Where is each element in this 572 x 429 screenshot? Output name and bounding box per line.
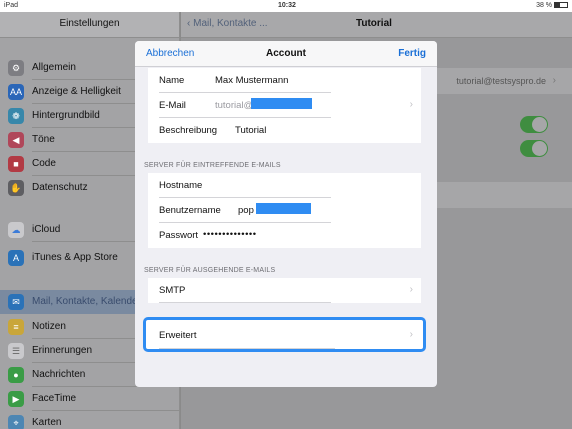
notes-icon: ≡ <box>8 319 24 335</box>
email-label: E-Mail <box>159 100 186 111</box>
sidebar-item-label: Erinnerungen <box>32 345 93 356</box>
divider <box>159 302 331 303</box>
password-field[interactable]: •••••••••••••• <box>203 229 257 240</box>
password-label: Passwort <box>159 230 199 241</box>
chevron-right-icon: › <box>409 99 413 110</box>
sidebar-item-label: iCloud <box>32 224 61 235</box>
password-row[interactable]: Passwort •••••••••••••• <box>148 223 421 248</box>
appstore-icon: A <box>8 250 24 266</box>
messages-icon: ● <box>8 367 24 383</box>
email-value: tutorial@ <box>215 100 254 111</box>
done-button[interactable]: Fertig <box>398 48 426 59</box>
sidebar-item-label: Code <box>32 158 56 169</box>
description-row[interactable]: Beschreibung Tutorial <box>148 118 421 143</box>
battery-percent: 38 % <box>536 2 553 9</box>
device-label: iPad <box>4 2 19 9</box>
incoming-server-group: Hostname Benutzername pop Passwort •••••… <box>148 173 421 248</box>
chevron-right-icon: › <box>409 329 413 340</box>
detail-nav-bar: ‹ Mail, Kontakte ... Tutorial <box>181 12 572 38</box>
username-label: Benutzername <box>159 205 221 216</box>
sound-icon: ◀ <box>8 132 24 148</box>
facetime-icon: ▶ <box>8 391 24 407</box>
username-row[interactable]: Benutzername pop <box>148 198 421 223</box>
sidebar-item-label: FaceTime <box>32 393 77 404</box>
hostname-row[interactable]: Hostname <box>148 173 421 198</box>
sidebar-item-karten[interactable]: ⌖ Karten <box>0 411 180 429</box>
account-group: Name Max Mustermann E-Mail tutorial@ › B… <box>148 68 421 143</box>
back-button[interactable]: ‹ Mail, Kontakte ... <box>187 18 268 29</box>
description-field[interactable]: Tutorial <box>235 125 266 136</box>
sidebar-item-label: Allgemein <box>32 62 76 73</box>
detail-title: Tutorial <box>356 18 392 29</box>
wallpaper-icon: ❁ <box>8 108 24 124</box>
back-label: Mail, Kontakte ... <box>193 18 268 29</box>
brightness-icon: AA <box>8 84 24 100</box>
redaction-bar <box>251 98 312 109</box>
clock: 10:32 <box>278 2 296 9</box>
chevron-right-icon: › <box>552 75 556 86</box>
username-field[interactable]: pop <box>238 205 254 216</box>
account-modal: Abbrechen Account Fertig Name Max Muster… <box>135 41 437 387</box>
sidebar-item-facetime[interactable]: ▶ FaceTime <box>0 387 180 411</box>
battery-indicator: 38 % <box>536 2 568 9</box>
sidebar-item-label: Töne <box>32 134 55 145</box>
sidebar-item-label: Notizen <box>32 321 66 332</box>
description-label: Beschreibung <box>159 125 218 136</box>
account-value: tutorial@testsyspro.de <box>456 76 546 86</box>
gear-icon: ⚙ <box>8 60 24 76</box>
name-row[interactable]: Name Max Mustermann <box>148 68 421 93</box>
cloud-icon: ☁ <box>8 222 24 238</box>
status-bar: iPad 10:32 38 % <box>0 0 572 12</box>
advanced-row[interactable]: Erweitert › <box>143 317 426 352</box>
contacts-toggle[interactable] <box>520 140 548 157</box>
sidebar-item-label: Anzeige & Helligkeit <box>32 86 121 97</box>
mail-icon: ✉ <box>8 294 24 310</box>
maps-icon: ⌖ <box>8 415 24 429</box>
smtp-row[interactable]: SMTP › <box>148 278 421 303</box>
divider <box>159 348 335 349</box>
name-field[interactable]: Max Mustermann <box>215 75 288 86</box>
sidebar-item-label: Hintergrundbild <box>32 110 100 121</box>
redaction-bar <box>256 203 311 214</box>
smtp-label: SMTP <box>159 285 186 296</box>
chevron-right-icon: › <box>409 284 413 295</box>
incoming-server-header: SERVER FÜR EINTREFFENDE E-MAILS <box>144 162 281 169</box>
hostname-label: Hostname <box>159 180 203 191</box>
sidebar-item-label: Datenschutz <box>32 182 88 193</box>
modal-nav-bar: Abbrechen Account Fertig <box>135 41 437 67</box>
modal-title: Account <box>266 48 306 59</box>
sidebar-item-label: Karten <box>32 417 62 428</box>
sidebar-item-label: Mail, Kontakte, Kalender <box>32 296 141 307</box>
lock-icon: ■ <box>8 156 24 172</box>
hand-icon: ✋ <box>8 180 24 196</box>
email-row[interactable]: E-Mail tutorial@ › <box>148 93 421 118</box>
name-label: Name <box>159 75 185 86</box>
sidebar-item-label: Nachrichten <box>32 369 86 380</box>
reminders-icon: ☰ <box>8 343 24 359</box>
outgoing-server-header: SERVER FÜR AUSGEHENDE E-MAILS <box>144 267 276 274</box>
sidebar-item-label: iTunes & App Store <box>32 252 118 263</box>
advanced-label: Erweitert <box>159 330 197 341</box>
battery-icon <box>554 2 568 9</box>
sidebar-title: Einstellungen <box>0 12 179 38</box>
outgoing-server-group: SMTP › <box>148 278 421 303</box>
mail-toggle[interactable] <box>520 116 548 133</box>
